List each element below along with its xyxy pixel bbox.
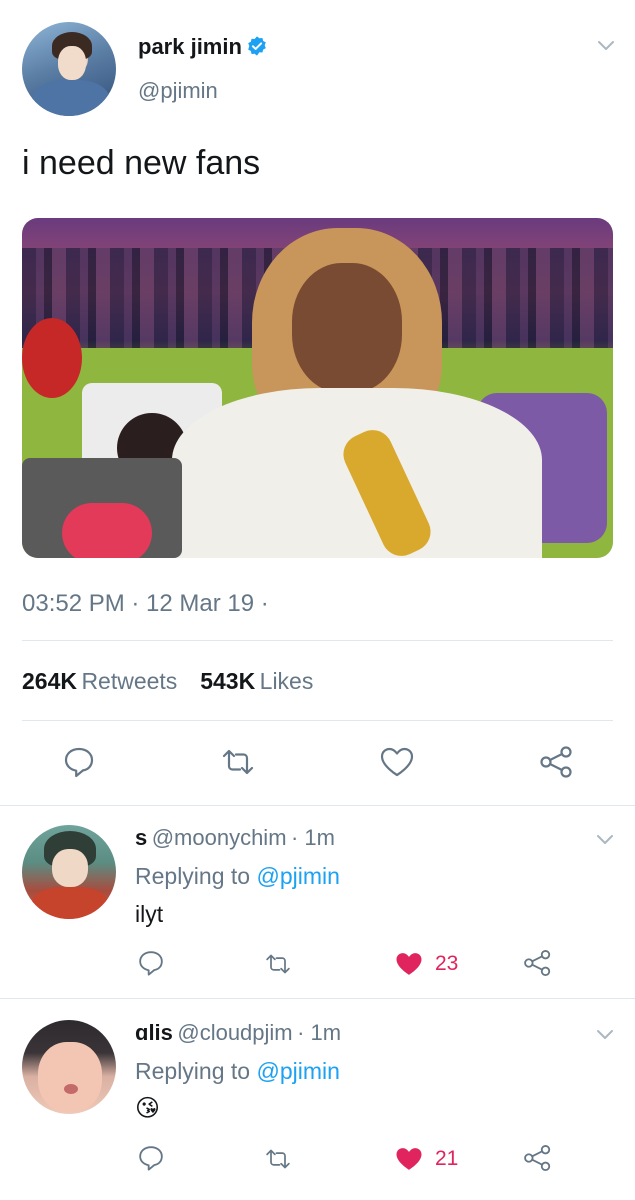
tweet-timestamp[interactable]: 03:52 PM · 12 Mar 19 ·: [22, 590, 269, 618]
author-display-name[interactable]: park jimin: [138, 34, 242, 59]
section-divider: [0, 998, 635, 999]
section-divider: [0, 805, 635, 806]
like-filled-icon[interactable]: [393, 1144, 425, 1174]
divider: [22, 720, 613, 721]
avatar-mouth: [64, 1084, 78, 1094]
reply-text: ilyt: [135, 901, 164, 927]
avatar-body: [32, 80, 110, 116]
verified-badge-icon: [248, 36, 267, 56]
replying-mention[interactable]: @pjimin: [256, 1058, 339, 1084]
share-icon[interactable]: [522, 948, 554, 978]
like-count[interactable]: 21: [435, 1147, 458, 1171]
likes-count[interactable]: 543K: [200, 668, 255, 694]
retweet-icon[interactable]: [218, 744, 258, 780]
reply-time: · 1m: [297, 1020, 342, 1045]
author-avatar[interactable]: [22, 22, 116, 116]
like-count[interactable]: 23: [435, 952, 458, 976]
media-pink-object: [62, 503, 152, 558]
reply-header: ɑlis @cloudpjim · 1m: [135, 1020, 341, 1046]
avatar-face: [52, 849, 88, 887]
share-icon[interactable]: [538, 744, 576, 780]
replying-mention[interactable]: @pjimin: [256, 863, 339, 889]
reply-handle[interactable]: @moonychim: [152, 825, 287, 850]
divider: [22, 640, 613, 641]
reply-time: · 1m: [290, 825, 335, 850]
author-name-row[interactable]: park jimin: [138, 34, 268, 60]
replying-prefix: Replying to: [135, 1058, 251, 1084]
avatar-face: [58, 46, 86, 80]
reply-avatar[interactable]: [22, 1020, 116, 1114]
tweet-stats: 264K Retweets 543K Likes: [22, 668, 313, 695]
chevron-down-icon[interactable]: [596, 1029, 614, 1041]
likes-label[interactable]: Likes: [260, 668, 314, 694]
reply-header: s @moonychim · 1m: [135, 825, 335, 851]
chevron-down-icon[interactable]: [596, 834, 614, 846]
media-person-face: [292, 263, 402, 393]
like-icon[interactable]: [378, 744, 416, 780]
reply-avatar[interactable]: [22, 825, 116, 919]
author-handle[interactable]: @pjimin: [138, 78, 218, 104]
media-red-object: [22, 318, 82, 398]
chevron-down-icon[interactable]: [597, 40, 615, 52]
reply-display-name[interactable]: s: [135, 825, 147, 850]
retweets-count[interactable]: 264K: [22, 668, 77, 694]
retweets-label[interactable]: Retweets: [81, 668, 177, 694]
reply-icon[interactable]: [61, 744, 97, 780]
avatar-body: [32, 887, 108, 919]
retweet-icon[interactable]: [262, 950, 294, 978]
replying-to: Replying to @pjimin: [135, 863, 340, 890]
reply-icon[interactable]: [136, 1143, 166, 1173]
tweet-text: i need new fans: [22, 144, 261, 182]
reply-handle[interactable]: @cloudpjim: [177, 1020, 292, 1045]
replying-prefix: Replying to: [135, 863, 251, 889]
tweet-media-image[interactable]: [22, 218, 613, 558]
avatar-face: [38, 1042, 102, 1112]
reply-icon[interactable]: [136, 948, 166, 978]
like-filled-icon[interactable]: [393, 949, 425, 979]
replying-to: Replying to @pjimin: [135, 1058, 340, 1085]
reply-display-name[interactable]: ɑlis: [135, 1020, 173, 1045]
share-icon[interactable]: [522, 1143, 554, 1173]
reply-text: 😘: [135, 1095, 161, 1122]
retweet-icon[interactable]: [262, 1145, 294, 1173]
